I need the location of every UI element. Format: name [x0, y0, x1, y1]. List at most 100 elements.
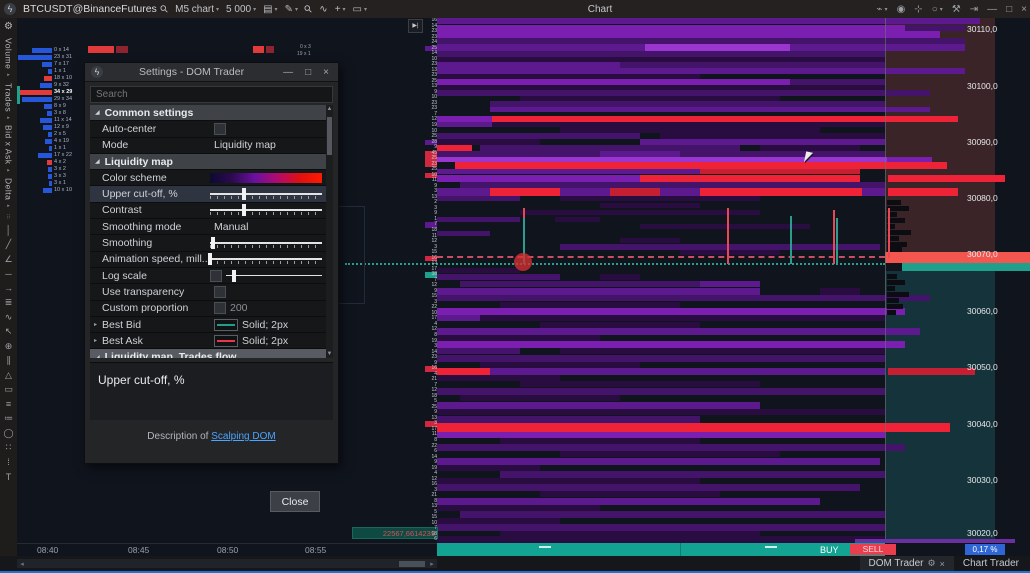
maximize-icon[interactable]: □ — [1006, 4, 1012, 15]
rectangle-tool-icon[interactable]: ▭ — [0, 382, 17, 397]
polyline-tool-icon[interactable]: ∿ — [0, 310, 17, 325]
scroll-up-icon[interactable]: ▲ — [326, 106, 333, 112]
slider[interactable] — [226, 270, 322, 282]
pin-icon[interactable]: ⇥ — [970, 4, 978, 15]
checkbox[interactable] — [214, 286, 226, 298]
settings-row-animation-speed-mill-[interactable]: Animation speed, mill... — [90, 252, 326, 268]
add-indicator-icon[interactable]: +▾ — [335, 4, 346, 15]
go-to-realtime-button[interactable]: ▶| — [408, 19, 423, 33]
settings-row-log-scale[interactable]: Log scale — [90, 268, 326, 284]
window-layout-icon[interactable]: ▭▾ — [353, 4, 367, 15]
slider[interactable] — [210, 253, 322, 265]
volume-profile-tool-icon[interactable]: ≡ — [0, 397, 17, 412]
arrow-tool-icon[interactable]: → — [0, 281, 17, 296]
scroll-left-icon[interactable]: ◂ — [17, 560, 27, 568]
settings-row-smoothing-mode[interactable]: Smoothing modeManual — [90, 219, 326, 235]
slider[interactable] — [210, 188, 322, 200]
color-scheme-swatch[interactable] — [210, 173, 322, 183]
fullscreen-icon[interactable]: ⊹ — [914, 4, 922, 15]
scroll-down-icon[interactable]: ▼ — [326, 351, 333, 357]
crosshair-tool-icon[interactable]: │ — [0, 223, 17, 238]
hscroll-thumb[interactable] — [399, 561, 425, 567]
minimize-icon[interactable]: — — [987, 4, 997, 15]
settings-row-auto-center[interactable]: Auto-center — [90, 121, 326, 137]
tpo-profile-tool-icon[interactable]: ≔ — [0, 411, 17, 426]
checkbox[interactable] — [214, 302, 226, 314]
triangle-tool-icon[interactable]: △ — [0, 368, 17, 383]
sidebar-item-delta[interactable]: Delta ▸ — [4, 178, 14, 210]
sidebar-item-volume[interactable]: Volume ▸ — [4, 38, 14, 79]
parallel-channel-tool-icon[interactable]: ∥ — [0, 353, 17, 368]
dots-tool-icon[interactable]: ⁞ — [0, 455, 17, 470]
tools-icon[interactable]: ⚒ — [952, 4, 961, 15]
screenshot-icon[interactable]: ◉ — [897, 4, 906, 15]
sidebar-item-bid-x-ask[interactable]: Bid x Ask ▸ — [4, 125, 14, 174]
slider-handle[interactable] — [242, 204, 246, 216]
dialog-scrollbar[interactable]: ▲ ▼ — [326, 105, 333, 358]
buy-label[interactable]: BUY — [820, 545, 839, 555]
checkbox[interactable] — [214, 123, 226, 135]
sell-button[interactable]: SELL — [850, 544, 896, 555]
slider[interactable] — [210, 204, 322, 216]
setting-value-text[interactable]: Liquidity map — [214, 139, 276, 151]
grid-tool-icon[interactable]: ∷ — [0, 440, 17, 455]
settings-row-color-scheme[interactable]: Color scheme — [90, 170, 326, 186]
zoom-icon[interactable]: ⚲ — [305, 4, 312, 15]
close-icon[interactable]: × — [1021, 4, 1027, 15]
dialog-close-icon[interactable]: × — [320, 67, 332, 78]
text-tool-icon[interactable]: T — [0, 469, 17, 484]
search-icon[interactable]: ⚲ — [161, 4, 168, 15]
maximize-icon[interactable]: □ — [1006, 4, 1012, 15]
settings-row-contrast[interactable]: Contrast — [90, 203, 326, 219]
settings-row-smoothing[interactable]: Smoothing — [90, 235, 326, 251]
draw-icon[interactable]: ✎▾ — [285, 4, 298, 15]
link-chart-icon[interactable]: ⌁▾ — [877, 4, 888, 15]
settings-section-header[interactable]: ◢Common settings — [90, 105, 326, 121]
fullscreen-icon[interactable]: ⊹ — [914, 4, 922, 15]
slider[interactable] — [210, 237, 322, 249]
settings-gear-icon[interactable]: ⚙ — [4, 21, 13, 32]
contracts-select[interactable]: 5 000▾ — [226, 4, 256, 15]
settings-row-upper-cut-off-[interactable]: Upper cut-off, % — [90, 186, 326, 202]
setting-value-text[interactable]: Manual — [214, 221, 248, 233]
timeframe-select[interactable]: M5 chart▾ — [175, 4, 219, 15]
anchor-tool-icon[interactable]: ⊕ — [0, 339, 17, 354]
tab-chart-trader[interactable]: Chart Trader — [954, 556, 1028, 571]
symbol-label[interactable]: BTCUSDT@BinanceFutures — [23, 3, 157, 15]
scroll-right-icon[interactable]: ▸ — [427, 560, 437, 568]
settings-row-custom-proportion[interactable]: Custom proportion200 — [90, 301, 326, 317]
horizontal-line-tool-icon[interactable]: ─ — [0, 266, 17, 281]
chart-style-icon[interactable]: ∿ — [319, 4, 327, 15]
pin-icon[interactable]: ⇥ — [970, 4, 978, 15]
link-chart-icon[interactable]: ⌁ — [877, 4, 883, 15]
dialog-maximize-icon[interactable]: □ — [302, 67, 314, 78]
close-button[interactable]: Close — [270, 491, 320, 512]
angle-tool-icon[interactable]: ∠ — [0, 252, 17, 267]
slider-handle[interactable] — [232, 270, 236, 282]
horizontal-scrollbar[interactable]: ◂ ▸ — [17, 559, 437, 568]
line-style-swatch[interactable] — [214, 335, 238, 347]
close-icon[interactable]: × — [1021, 4, 1027, 15]
screenshot-icon[interactable]: ◉ — [897, 4, 906, 15]
checkbox[interactable] — [210, 270, 222, 282]
scalping-dom-link[interactable]: Scalping DOM — [211, 431, 275, 442]
levels-tool-icon[interactable]: ≣ — [0, 295, 17, 310]
slider-handle[interactable] — [211, 237, 215, 249]
color-link-icon[interactable]: ○▾ — [932, 4, 943, 15]
sidebar-item-trades[interactable]: Trades ▸ — [4, 83, 14, 122]
dialog-minimize-icon[interactable]: — — [280, 67, 296, 78]
tab-dom-trader[interactable]: DOM Trader⚙× — [860, 556, 954, 571]
settings-row-best-bid[interactable]: ▸Best BidSolid; 2px — [90, 317, 326, 333]
tools-icon[interactable]: ⚒ — [952, 4, 961, 15]
tab-settings-gear-icon[interactable]: ⚙ — [928, 558, 936, 569]
setting-value-number[interactable]: 200 — [230, 302, 248, 314]
slider-handle[interactable] — [242, 188, 246, 200]
slider-handle[interactable] — [208, 253, 212, 265]
settings-search-input[interactable] — [90, 86, 333, 103]
panels-icon[interactable]: ▤▾ — [263, 4, 277, 15]
settings-row-mode[interactable]: ModeLiquidity map — [90, 138, 326, 154]
scrollbar-thumb[interactable] — [327, 117, 332, 155]
trendline-tool-icon[interactable]: ╱ — [0, 237, 17, 252]
settings-row-use-transparency[interactable]: Use transparency — [90, 284, 326, 300]
settings-row-best-ask[interactable]: ▸Best AskSolid; 2px — [90, 333, 326, 349]
